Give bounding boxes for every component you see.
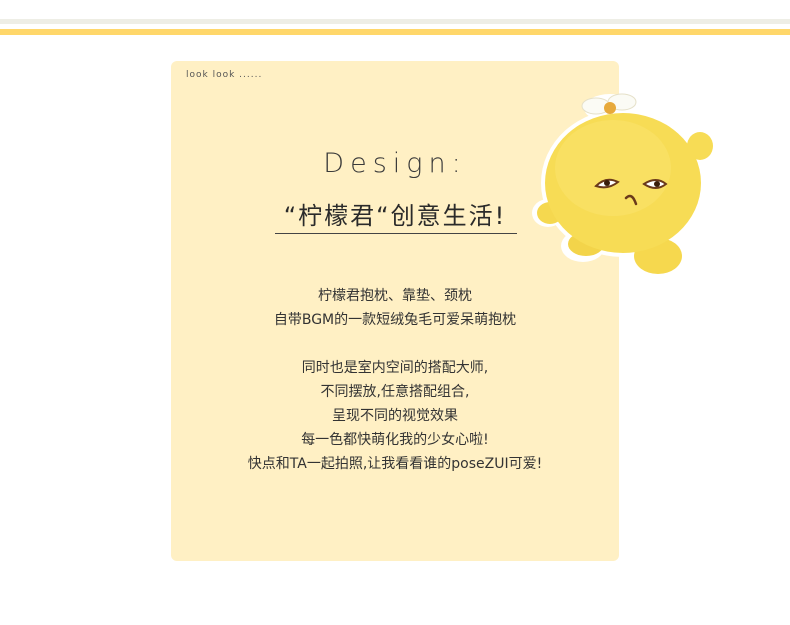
description-para-1: 柠檬君抱枕、靠垫、颈枕 自带BGM的一款短绒兔毛可爱呆萌抱枕 [0, 284, 790, 332]
description-para-2: 同时也是室内空间的搭配大师, 不同摆放,任意搭配组合, 呈现不同的视觉效果 每一… [0, 356, 790, 476]
description-line: 呈现不同的视觉效果 [332, 408, 458, 424]
description-line: 快点和TA一起拍照,让我看看谁的poseZUI可爱! [247, 456, 543, 472]
top-stripe-gray [0, 19, 790, 24]
description-line: 自带BGM的一款短绒兔毛可爱呆萌抱枕 [273, 312, 517, 328]
description-line: 同时也是室内空间的搭配大师, [301, 360, 489, 376]
description-line: 不同摆放,任意搭配组合, [320, 384, 470, 400]
description-line: 每一色都快萌化我的少女心啦! [301, 432, 489, 448]
lemon-plush-icon [532, 93, 719, 280]
top-stripe-yellow [0, 29, 790, 35]
slogan-underline [275, 233, 517, 234]
look-label: look look ...... [186, 70, 263, 80]
